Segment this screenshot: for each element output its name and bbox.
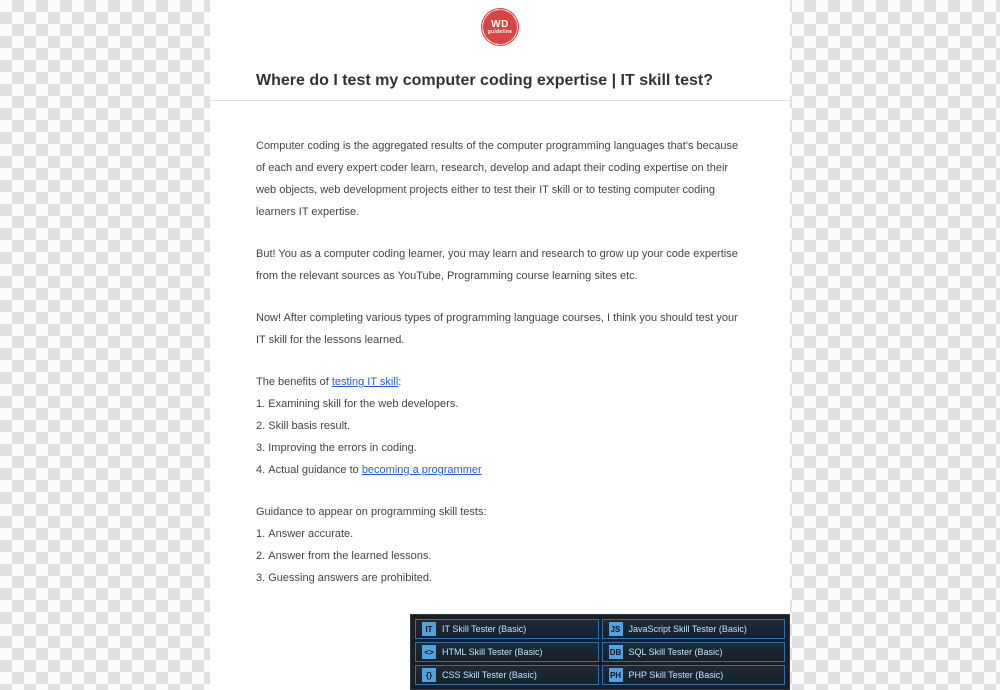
benefits-item-2: Skill basis result.	[256, 415, 744, 437]
javascript-icon: JS	[609, 622, 623, 636]
benefits-item-3: Improving the errors in coding.	[256, 437, 744, 459]
html-skill-label: HTML Skill Tester (Basic)	[442, 647, 543, 657]
guidance-item-3: Guessing answers are prohibited.	[256, 567, 744, 589]
paragraph-3: Now! After completing various types of p…	[256, 307, 744, 351]
it-skill-tester-button[interactable]: IT IT Skill Tester (Basic)	[415, 619, 599, 639]
benefits-item-1: Examining skill for the web developers.	[256, 393, 744, 415]
it-icon: IT	[422, 622, 436, 636]
php-skill-tester-button[interactable]: PH PHP Skill Tester (Basic)	[602, 665, 786, 685]
testing-it-skill-link[interactable]: testing IT skill	[332, 376, 398, 388]
benefits-item-4: Actual guidance to becoming a programmer	[256, 459, 744, 481]
guidance-intro: Guidance to appear on programming skill …	[256, 501, 744, 523]
javascript-skill-tester-button[interactable]: JS JavaScript Skill Tester (Basic)	[602, 619, 786, 639]
document-page: WD guideline Where do I test my computer…	[210, 0, 790, 690]
benefits-intro: The benefits of testing IT skill:	[256, 371, 744, 393]
guidance-list: Answer accurate. Answer from the learned…	[256, 523, 744, 589]
article-body: Computer coding is the aggregated result…	[210, 135, 790, 589]
it-skill-label: IT Skill Tester (Basic)	[442, 624, 526, 634]
sql-skill-label: SQL Skill Tester (Basic)	[629, 647, 723, 657]
paragraph-1: Computer coding is the aggregated result…	[256, 135, 744, 223]
becoming-programmer-link[interactable]: becoming a programmer	[362, 464, 482, 476]
html-icon: <>	[422, 645, 436, 659]
php-skill-label: PHP Skill Tester (Basic)	[629, 670, 724, 680]
page-title: Where do I test my computer coding exper…	[210, 72, 790, 101]
css-skill-tester-button[interactable]: {} CSS Skill Tester (Basic)	[415, 665, 599, 685]
skill-tester-panel: IT IT Skill Tester (Basic) JS JavaScript…	[410, 614, 790, 690]
sql-icon: DB	[609, 645, 623, 659]
logo-wrap: WD guideline	[210, 8, 790, 72]
guidance-item-1: Answer accurate.	[256, 523, 744, 545]
php-icon: PH	[609, 668, 623, 682]
benefits-intro-suffix: :	[398, 376, 401, 388]
guidance-item-2: Answer from the learned lessons.	[256, 545, 744, 567]
logo-line-1: WD	[491, 20, 509, 30]
javascript-skill-label: JavaScript Skill Tester (Basic)	[629, 624, 747, 634]
logo-line-2: guideline	[488, 30, 513, 35]
css-skill-label: CSS Skill Tester (Basic)	[442, 670, 537, 680]
site-logo: WD guideline	[483, 10, 517, 44]
html-skill-tester-button[interactable]: <> HTML Skill Tester (Basic)	[415, 642, 599, 662]
css-icon: {}	[422, 668, 436, 682]
benefits-list: Examining skill for the web developers. …	[256, 393, 744, 481]
benefits-item-4-prefix: Actual guidance to	[268, 464, 362, 476]
sql-skill-tester-button[interactable]: DB SQL Skill Tester (Basic)	[602, 642, 786, 662]
benefits-intro-prefix: The benefits of	[256, 376, 332, 388]
paragraph-2: But! You as a computer coding learner, y…	[256, 243, 744, 287]
